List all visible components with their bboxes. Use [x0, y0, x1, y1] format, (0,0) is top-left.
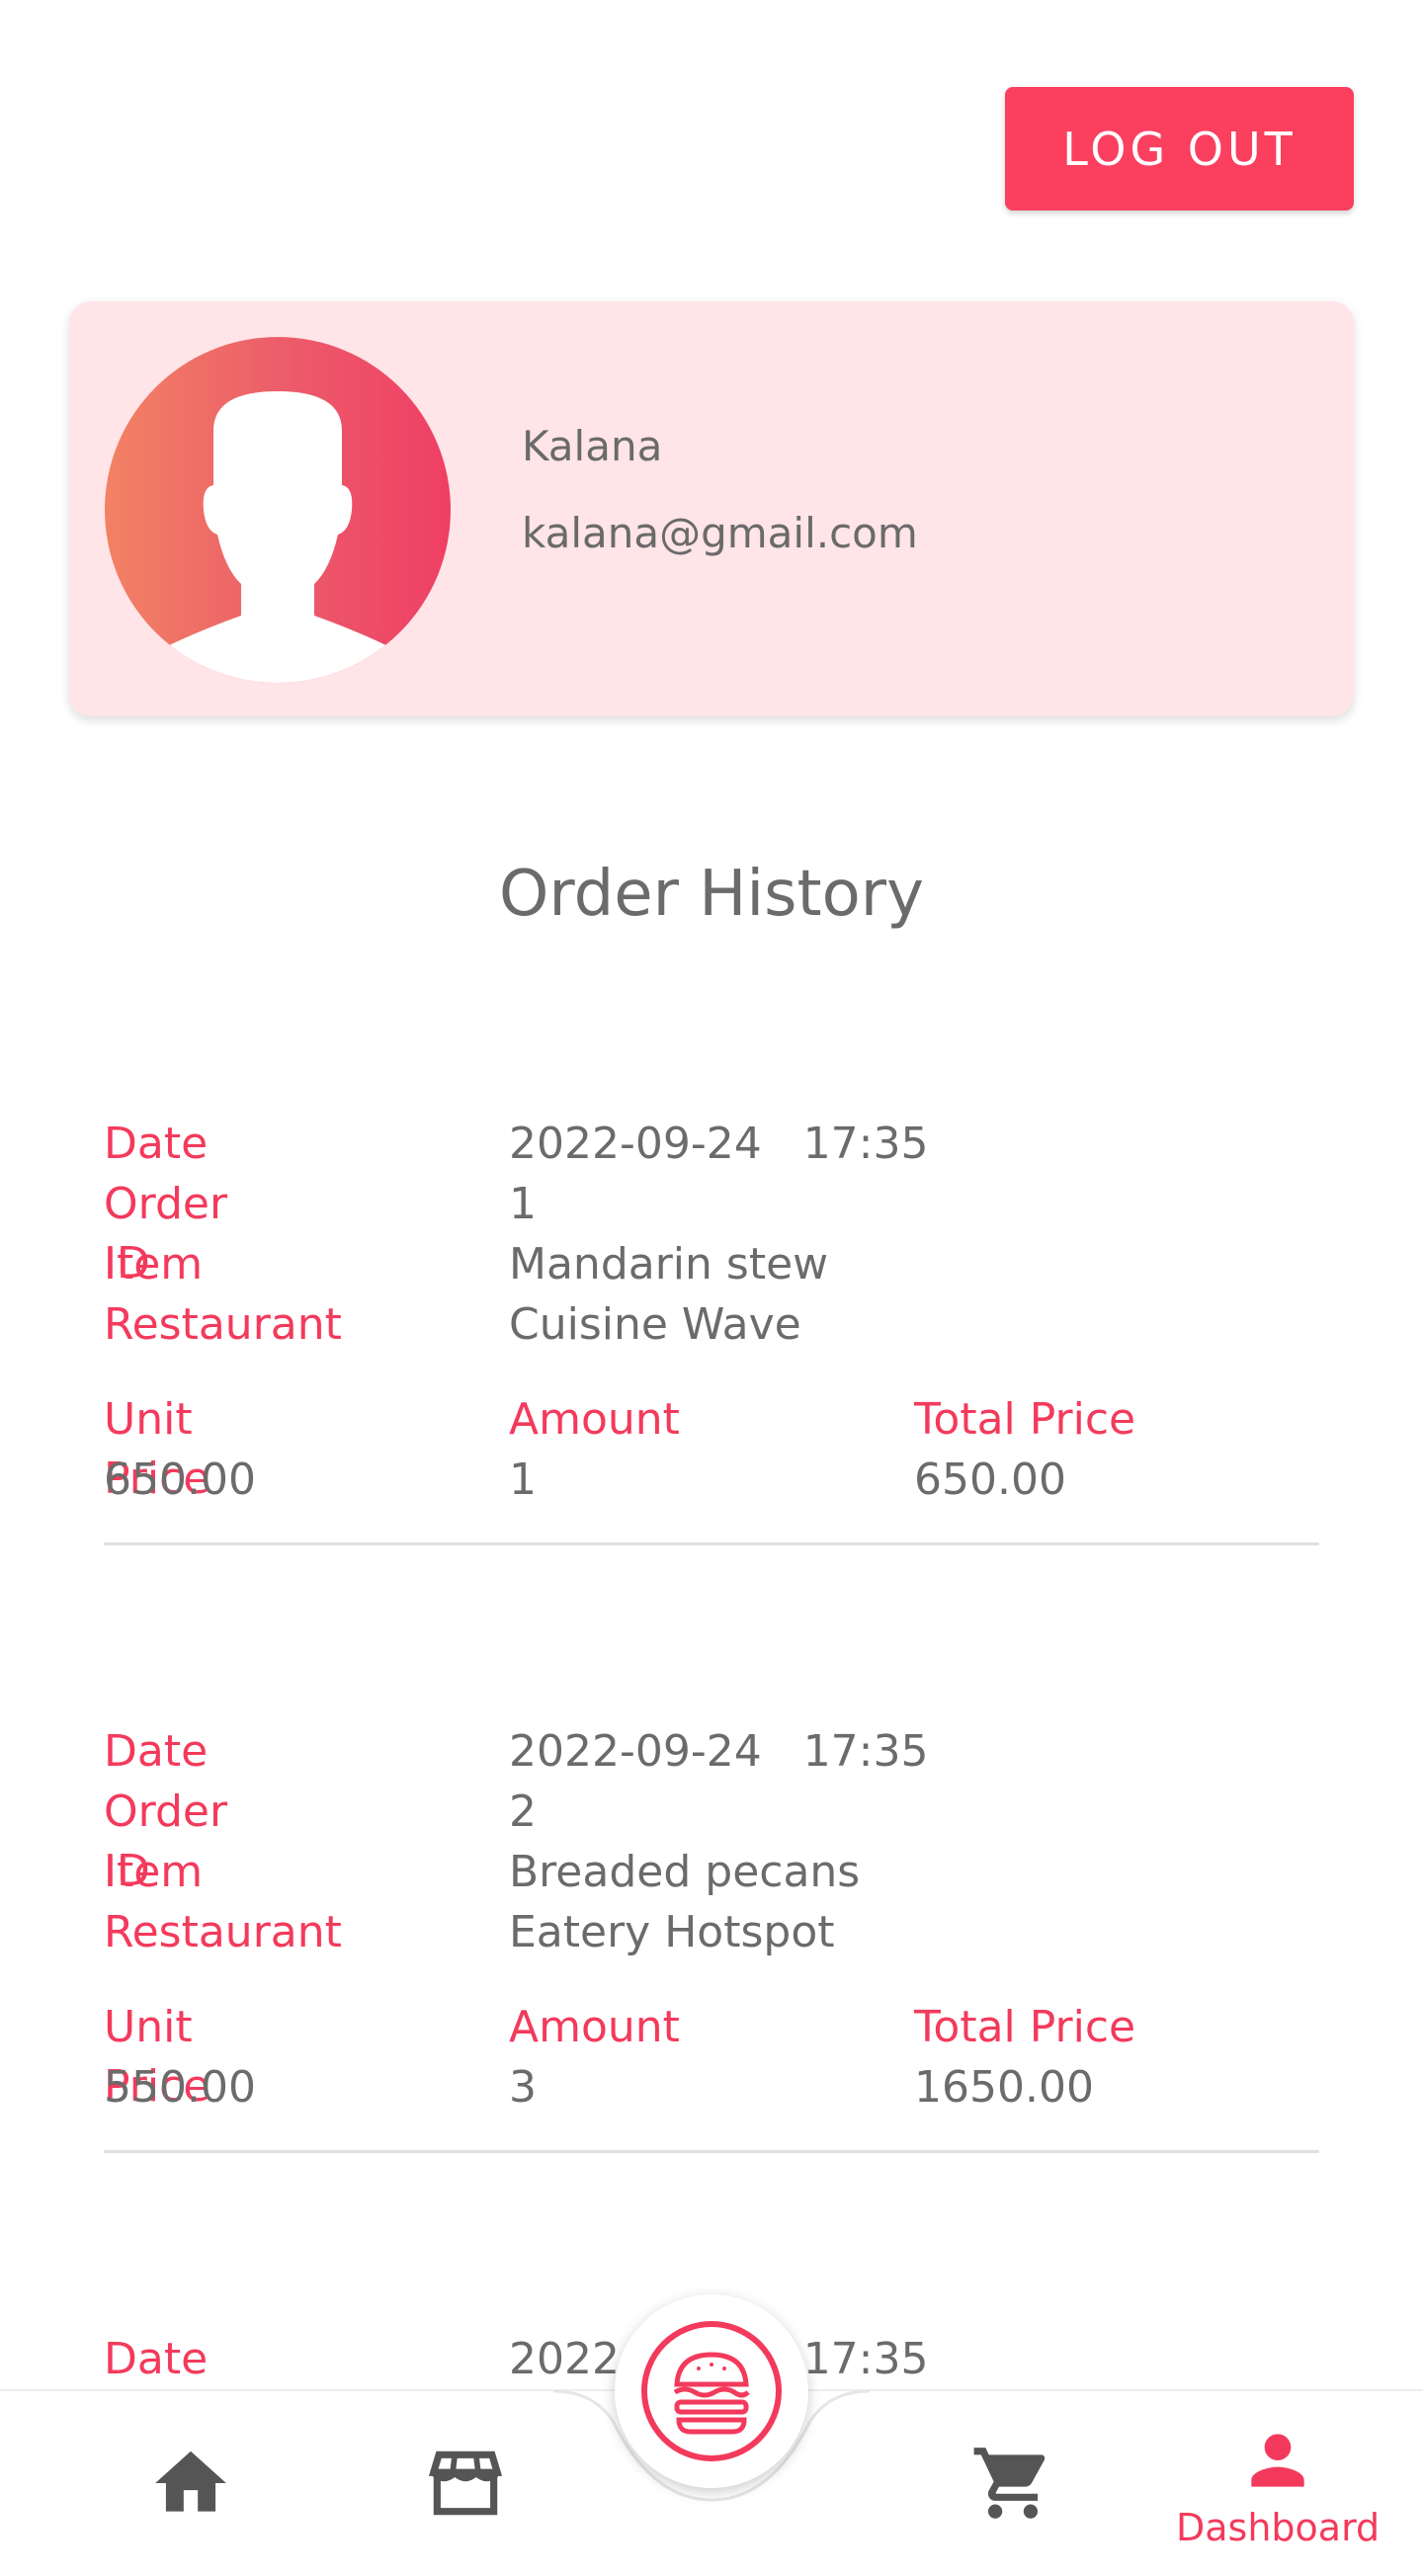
divider: [104, 2150, 1319, 2153]
amount-label: Amount: [509, 1394, 680, 1445]
cart-icon: [973, 2448, 1046, 2519]
avatar: [105, 337, 451, 683]
restaurant-value: Cuisine Wave: [509, 1299, 801, 1350]
nav-dashboard[interactable]: Dashboard: [1176, 2421, 1380, 2549]
total-price-value: 1650.00: [914, 2062, 1094, 2113]
store-icon: [428, 2451, 503, 2516]
amount-value: 1: [509, 1454, 537, 1505]
item-label: Item: [104, 1847, 204, 1897]
nav-cart[interactable]: [970, 2441, 1055, 2526]
order-id-value: 2: [509, 1787, 537, 1837]
date-value: 2022-09-24 17:35: [509, 1119, 929, 1169]
restaurant-label: Restaurant: [104, 1907, 342, 1957]
item-value: Breaded pecans: [509, 1847, 861, 1897]
burger-button[interactable]: [615, 2294, 808, 2488]
divider: [104, 1542, 1319, 1545]
date-value: 2022-09-24 17:35: [509, 1726, 929, 1777]
order-id-value: 1: [509, 1179, 537, 1229]
home-icon: [155, 2451, 226, 2512]
nav-home[interactable]: [148, 2441, 233, 2526]
profile-card: Kalana kalana@gmail.com: [69, 301, 1354, 716]
burger-icon: [641, 2321, 782, 2461]
nav-dashboard-label: Dashboard: [1176, 2506, 1381, 2549]
order-history-title: Order History: [499, 858, 924, 931]
restaurant-value: Eatery Hotspot: [509, 1907, 835, 1957]
date-label: Date: [104, 1119, 209, 1169]
logout-button[interactable]: LOG OUT: [1005, 87, 1354, 210]
profile-email: kalana@gmail.com: [522, 509, 918, 557]
amount-label: Amount: [509, 2002, 680, 2052]
unit-price-value: 650.00: [104, 1454, 256, 1505]
person-silhouette-icon: [110, 391, 446, 683]
amount-value: 3: [509, 2062, 537, 2113]
unit-price-value: 550.00: [104, 2062, 256, 2113]
item-label: Item: [104, 1239, 204, 1289]
profile-name: Kalana: [522, 422, 663, 470]
total-price-label: Total Price: [914, 1394, 1136, 1445]
nav-store[interactable]: [423, 2441, 508, 2526]
date-label: Date: [104, 2334, 209, 2384]
restaurant-label: Restaurant: [104, 1299, 342, 1350]
person-icon: [1251, 2434, 1304, 2487]
total-price-value: 650.00: [914, 1454, 1066, 1505]
total-price-label: Total Price: [914, 2002, 1136, 2052]
item-value: Mandarin stew: [509, 1239, 829, 1289]
date-label: Date: [104, 1726, 209, 1777]
